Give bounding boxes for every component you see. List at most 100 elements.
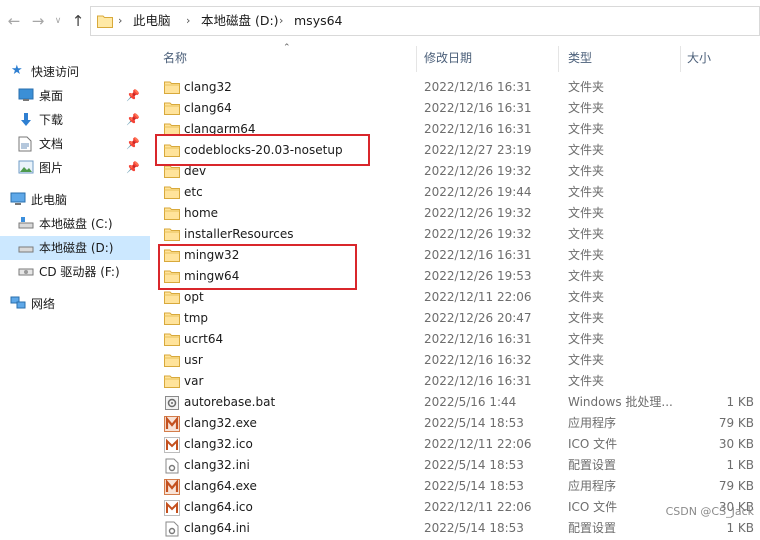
file-type: 文件夹 (568, 332, 605, 346)
file-row[interactable]: clang64.exe 2022/5/14 18:53 应用程序 79 KB (152, 476, 760, 497)
sidebar-item-pictures[interactable]: 图片 📌 (0, 156, 150, 180)
file-name: home (184, 206, 219, 220)
chevron-right-icon[interactable]: › (186, 7, 190, 35)
file-type: 文件夹 (568, 122, 605, 136)
file-name: clang64.ico (184, 500, 253, 514)
folder-icon (164, 374, 180, 390)
file-type: 文件夹 (568, 353, 605, 367)
file-row[interactable]: installerResources 2022/12/26 19:32 文件夹 (152, 224, 760, 245)
highlight-box (155, 134, 370, 166)
file-name: clang32 (184, 80, 232, 94)
pin-icon[interactable]: 📌 (126, 137, 140, 150)
breadcrumb-this-pc[interactable]: 此电脑 (133, 7, 171, 35)
sidebar-item-label: 网络 (31, 297, 56, 311)
pictures-icon (18, 160, 34, 174)
column-header: ⌃ 名称 修改日期 类型 大小 (152, 42, 760, 74)
file-list: ⌃ 名称 修改日期 类型 大小 clang32 2022/12/16 16:31 文… (152, 42, 760, 537)
file-row[interactable]: tmp 2022/12/26 20:47 文件夹 (152, 308, 760, 329)
folder-icon (164, 227, 180, 243)
sidebar-item-drive-c[interactable]: 本地磁盘 (C:) (0, 212, 150, 236)
network-icon (10, 296, 26, 309)
drive-icon (18, 246, 34, 253)
file-modified: 2022/5/14 18:53 (424, 479, 524, 493)
sidebar-item-drive-d[interactable]: 本地磁盘 (D:) (0, 236, 150, 260)
file-name: opt (184, 290, 204, 304)
arrow-right-icon: → (31, 12, 45, 30)
forward-button[interactable]: → (28, 11, 48, 31)
sidebar-item-drive-f[interactable]: CD 驱动器 (F:) (0, 260, 150, 284)
breadcrumb-drive-d[interactable]: 本地磁盘 (D:) (201, 7, 279, 35)
recent-locations-button[interactable]: ∨ (52, 11, 64, 31)
file-row[interactable]: home 2022/12/26 19:32 文件夹 (152, 203, 760, 224)
address-bar[interactable]: › 此电脑 › 本地磁盘 (D:) › msys64 (90, 6, 760, 36)
back-button[interactable]: ← (4, 11, 24, 31)
breadcrumb-msys64[interactable]: msys64 (294, 7, 343, 35)
highlight-box (158, 244, 357, 290)
file-modified: 2022/5/14 18:53 (424, 521, 524, 535)
sidebar-item-downloads[interactable]: 下载 📌 (0, 108, 150, 132)
file-modified: 2022/12/26 19:44 (424, 185, 532, 199)
file-type: 应用程序 (568, 479, 617, 493)
column-size[interactable]: 大小 (676, 42, 760, 74)
file-type: 文件夹 (568, 311, 605, 325)
file-name: clang32.exe (184, 416, 257, 430)
sidebar-item-label: 下载 (39, 113, 64, 127)
file-row[interactable]: etc 2022/12/26 19:44 文件夹 (152, 182, 760, 203)
file-row[interactable]: clang32 2022/12/16 16:31 文件夹 (152, 77, 760, 98)
file-row[interactable]: autorebase.bat 2022/5/16 1:44 Windows 批处理.… (152, 392, 760, 413)
file-type: 文件夹 (568, 143, 605, 157)
file-name: clang64 (184, 101, 232, 115)
file-name: installerResources (184, 227, 294, 241)
bat-file-icon (164, 395, 180, 411)
up-button[interactable]: ↑ (68, 11, 88, 31)
file-modified: 2022/12/16 16:31 (424, 248, 532, 262)
file-row[interactable]: clang32.ico 2022/12/11 22:06 ICO 文件 30 KB (152, 434, 760, 455)
sidebar-item-desktop[interactable]: 桌面 📌 (0, 84, 150, 108)
chevron-down-icon: ∨ (54, 16, 62, 26)
chevron-right-icon[interactable]: › (118, 7, 122, 35)
file-modified: 2022/12/26 19:32 (424, 206, 532, 220)
file-modified: 2022/12/16 16:31 (424, 332, 532, 346)
sidebar-item-label: 图片 (39, 161, 64, 175)
file-size: 1 KB (726, 458, 754, 472)
sidebar-item-label: 本地磁盘 (C:) (39, 217, 113, 231)
file-row[interactable]: clang64 2022/12/16 16:31 文件夹 (152, 98, 760, 119)
sidebar-item-documents[interactable]: 文档 📌 (0, 132, 150, 156)
navigation-bar: ← → ∨ ↑ › 此电脑 › 本地磁盘 (D:) › msys64 (0, 0, 760, 42)
sidebar-item-this-pc[interactable]: 此电脑 (0, 188, 150, 212)
file-row[interactable]: clang32.exe 2022/5/14 18:53 应用程序 79 KB (152, 413, 760, 434)
file-row[interactable]: var 2022/12/16 16:31 文件夹 (152, 371, 760, 392)
file-row[interactable]: ucrt64 2022/12/16 16:31 文件夹 (152, 329, 760, 350)
arrow-left-icon: ← (7, 12, 21, 30)
chevron-right-icon[interactable]: › (279, 7, 283, 35)
sidebar-item-quick-access[interactable]: ★ 快速访问 (0, 60, 150, 84)
file-size: 79 KB (718, 416, 754, 430)
file-modified: 2022/12/16 16:31 (424, 374, 532, 388)
cd-drive-icon (18, 268, 34, 276)
pin-icon[interactable]: 📌 (126, 113, 140, 126)
file-type: Windows 批处理... (568, 395, 673, 409)
file-type: 文件夹 (568, 374, 605, 388)
ini-file-icon (164, 458, 180, 474)
file-row[interactable]: usr 2022/12/16 16:32 文件夹 (152, 350, 760, 371)
column-name[interactable]: 名称 (152, 42, 416, 74)
file-type: 文件夹 (568, 290, 605, 304)
column-modified[interactable]: 修改日期 (413, 42, 559, 74)
sidebar-item-network[interactable]: 网络 (0, 292, 150, 316)
pin-icon[interactable]: 📌 (126, 161, 140, 174)
sidebar-item-label: 文档 (39, 137, 64, 151)
watermark: CSDN @CS_Jack (665, 505, 754, 518)
star-icon: ★ (11, 63, 23, 78)
folder-icon (164, 101, 180, 117)
file-modified: 2022/12/16 16:31 (424, 80, 532, 94)
file-row[interactable]: opt 2022/12/11 22:06 文件夹 (152, 287, 760, 308)
file-row[interactable]: clang64.ini 2022/5/14 18:53 配置设置 1 KB (152, 518, 760, 539)
column-type[interactable]: 类型 (557, 42, 682, 74)
file-modified: 2022/12/26 19:53 (424, 269, 532, 283)
sidebar-item-label: CD 驱动器 (F:) (39, 265, 120, 279)
folder-icon (164, 185, 180, 201)
file-row[interactable]: clang32.ini 2022/5/14 18:53 配置设置 1 KB (152, 455, 760, 476)
pin-icon[interactable]: 📌 (126, 89, 140, 102)
sidebar-item-label: 本地磁盘 (D:) (39, 241, 114, 255)
folder-icon (164, 311, 180, 327)
